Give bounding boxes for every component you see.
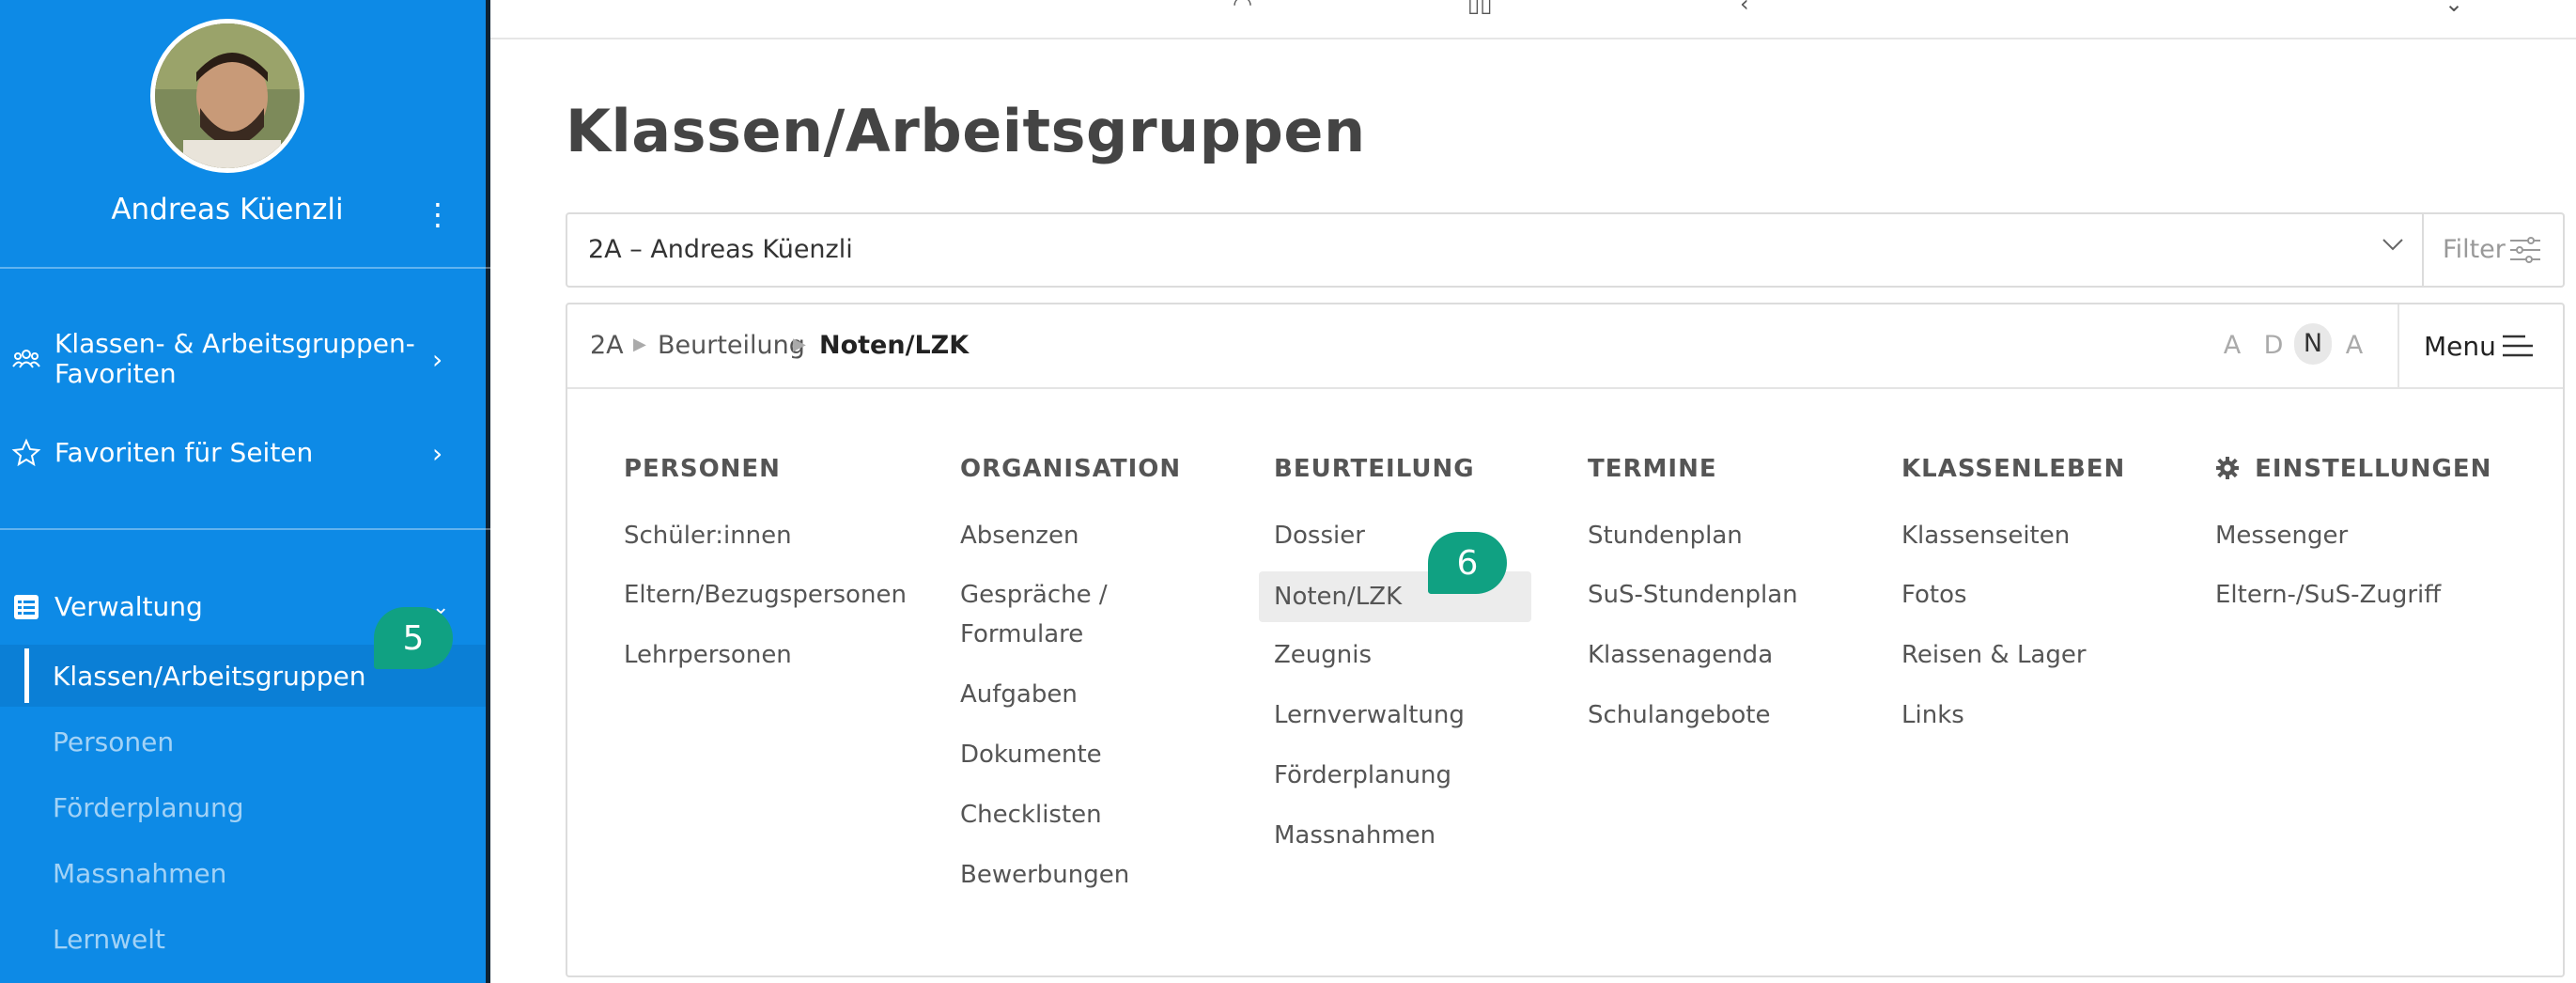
menu-item-school-offers[interactable]: Schulangebote [1588, 695, 1771, 735]
gear-icon [2215, 455, 2249, 483]
menu-item-class-agenda[interactable]: Klassenagenda [1588, 635, 1773, 675]
user-name: Andreas Küenzli [111, 193, 344, 226]
menu-item-trips-camps[interactable]: Reisen & Lager [1901, 635, 2087, 675]
menu-item-links[interactable]: Links [1901, 695, 1964, 735]
menu-item-parent-student-access[interactable]: Eltern-/SuS-Zugriff [2215, 575, 2441, 615]
settings-label: EINSTELLUNGEN [2255, 455, 2492, 483]
column-header-class-life: KLASSENLEBEN [1901, 455, 2126, 483]
menu-item-documents[interactable]: Dokumente [960, 735, 1102, 774]
panel-header: 2A ▶ Beurteilung ▶ Noten/LZK A D N A Men… [567, 304, 2563, 389]
breadcrumb-assessment[interactable]: Beurteilung [658, 331, 805, 360]
hamburger-icon[interactable] [2501, 331, 2535, 361]
menu-item-timetable[interactable]: Stundenplan [1588, 516, 1743, 555]
top-bar: ◠ ▯▯ ‹ ⌄ [490, 0, 2576, 39]
toolbar-icon[interactable]: ▯▯ [1467, 0, 1492, 17]
sidebar-item-label: Personen [53, 726, 175, 757]
chevron-down-icon[interactable] [2381, 231, 2405, 264]
chevron-right-icon: › [432, 343, 443, 375]
menu-item-conversations[interactable]: Gespräche / [960, 575, 1108, 615]
sidebar-item-learning-world[interactable]: Lernwelt [0, 908, 486, 970]
class-select-value: 2A – Andreas Küenzli [588, 235, 853, 264]
sidebar-item-support-planning[interactable]: Förderplanung [0, 776, 486, 838]
breadcrumb-separator-icon: ▶ [633, 335, 646, 354]
sliders-icon[interactable] [2508, 233, 2542, 267]
menu-item-class-pages[interactable]: Klassenseiten [1901, 516, 2070, 555]
menu-item-teachers[interactable]: Lehrpersonen [624, 635, 792, 675]
menu-item-photos[interactable]: Fotos [1901, 575, 1967, 615]
sidebar-divider [0, 267, 490, 269]
sidebar: Andreas Küenzli ⋮ Klassen- & Arbeitsgrup… [0, 0, 490, 983]
breadcrumb-current: Noten/LZK [819, 331, 970, 360]
view-toggle-a[interactable]: A [2213, 331, 2251, 360]
menu-panel: 2A ▶ Beurteilung ▶ Noten/LZK A D N A Men… [566, 303, 2565, 977]
filter-button[interactable]: Filter [2443, 235, 2506, 264]
menu-item-support-planning[interactable]: Förderplanung [1274, 756, 1451, 795]
menu-item-students[interactable]: Schüler:innen [624, 516, 792, 555]
breadcrumb-class[interactable]: 2A [590, 331, 624, 360]
step-badge-6: 6 [1428, 532, 1507, 594]
sidebar-item-label: Verwaltung [54, 591, 203, 622]
column-header-dates: TERMINE [1588, 455, 1717, 483]
label-line-1: Klassen- & Arbeitsgruppen- [54, 328, 415, 359]
breadcrumb-separator-icon: ▶ [793, 335, 806, 354]
sidebar-item-label: Lernwelt [53, 923, 165, 955]
menu-item-absences[interactable]: Absenzen [960, 516, 1079, 555]
menu-item-applications[interactable]: Bewerbungen [960, 855, 1129, 895]
separator [2398, 304, 2399, 387]
toolbar-icon[interactable]: ⌄ [2444, 0, 2463, 17]
label-line-2: Favoriten [54, 358, 177, 389]
menu-item-student-timetable[interactable]: SuS-Stundenplan [1588, 575, 1798, 615]
view-toggle-a2[interactable]: A [2335, 331, 2373, 360]
menu-item-dossier[interactable]: Dossier [1274, 516, 1365, 555]
column-header-persons: PERSONEN [624, 455, 781, 483]
chevron-right-icon: › [432, 437, 443, 469]
page-title: Klassen/Arbeitsgruppen [566, 97, 1366, 165]
users-icon [9, 342, 43, 376]
column-header-settings: EINSTELLUNGEN [2215, 455, 2491, 483]
list-icon [9, 590, 43, 624]
sidebar-item-label: Klassen- & Arbeitsgruppen- Favoriten [54, 329, 415, 389]
sidebar-item-label: Massnahmen [53, 857, 227, 889]
menu-item-tasks[interactable]: Aufgaben [960, 675, 1078, 714]
menu-item-measures[interactable]: Massnahmen [1274, 816, 1435, 855]
column-header-assessment: BEURTEILUNG [1274, 455, 1475, 483]
star-icon [9, 436, 43, 470]
view-toggle-d[interactable]: D [2255, 331, 2292, 360]
more-options-icon[interactable]: ⋮ [423, 197, 453, 231]
menu-item-forms[interactable]: Formulare [960, 615, 1083, 654]
menu-item-checklists[interactable]: Checklisten [960, 795, 1102, 835]
toolbar-icon[interactable]: ‹ [1740, 0, 1749, 17]
menu-item-report-card[interactable]: Zeugnis [1274, 635, 1372, 675]
sidebar-item-label: Klassen/Arbeitsgruppen [53, 660, 366, 692]
menu-button[interactable]: Menu [2424, 331, 2496, 362]
class-select[interactable]: 2A – Andreas Küenzli Filter [566, 212, 2565, 288]
sidebar-item-page-favorites[interactable]: Favoriten für Seiten › [0, 434, 486, 472]
step-badge-5: 5 [374, 607, 453, 669]
menu-item-parents[interactable]: Eltern/Bezugspersonen [624, 575, 907, 615]
sidebar-divider [0, 528, 490, 530]
column-header-organisation: ORGANISATION [960, 455, 1182, 483]
sidebar-item-people[interactable]: Personen [0, 710, 486, 772]
separator [2422, 214, 2424, 286]
view-toggle-n[interactable]: N [2294, 323, 2332, 365]
toolbar-icon[interactable]: ◠ [1233, 0, 1252, 17]
sidebar-item-label: Förderplanung [53, 791, 244, 823]
avatar[interactable] [150, 19, 304, 173]
sidebar-item-label: Favoriten für Seiten [54, 437, 314, 468]
menu-item-learning-admin[interactable]: Lernverwaltung [1274, 695, 1465, 735]
sidebar-item-group-favorites[interactable]: Klassen- & Arbeitsgruppen- Favoriten › [0, 329, 486, 389]
sidebar-item-measures[interactable]: Massnahmen [0, 842, 486, 904]
menu-item-messenger[interactable]: Messenger [2215, 516, 2348, 555]
